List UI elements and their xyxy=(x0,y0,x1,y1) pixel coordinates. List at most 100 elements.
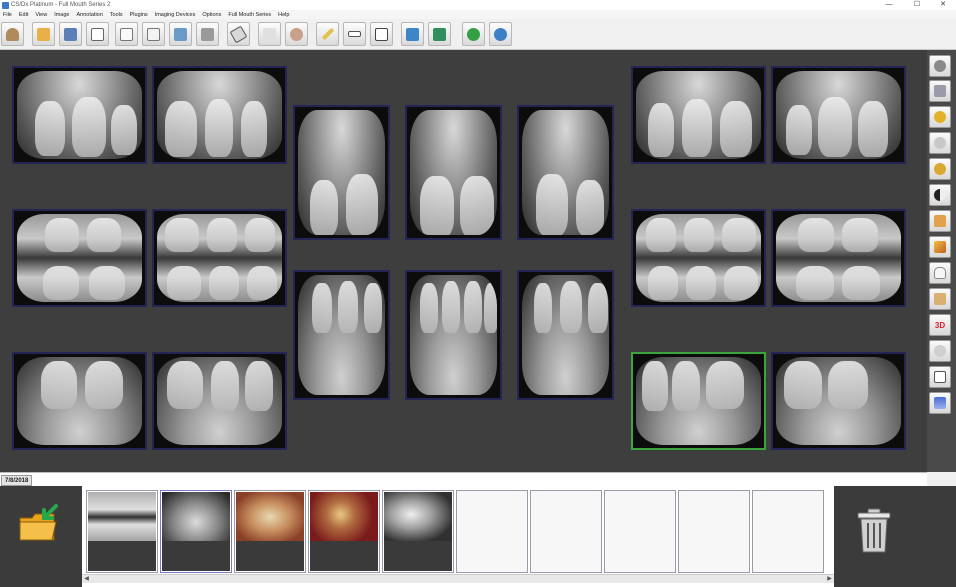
compare-view-button[interactable] xyxy=(929,366,951,388)
xray-upper-right-canine[interactable] xyxy=(293,105,390,240)
globe-button[interactable] xyxy=(462,22,485,46)
xray-upper-left-premolar[interactable] xyxy=(631,66,766,164)
print-button[interactable] xyxy=(196,22,219,46)
empty-slot[interactable] xyxy=(604,490,676,573)
scroll-left-icon[interactable]: ◀ xyxy=(82,575,91,583)
rotate-button[interactable] xyxy=(929,55,951,77)
import-pane xyxy=(0,486,82,587)
brightness-button[interactable] xyxy=(929,236,951,258)
implant-button[interactable] xyxy=(929,288,951,310)
menu-file[interactable]: File xyxy=(3,12,12,18)
rotate-view-button[interactable] xyxy=(929,340,951,362)
minimize-button[interactable]: — xyxy=(878,0,900,10)
document-button[interactable] xyxy=(142,22,165,46)
tooth-icon xyxy=(934,267,946,279)
xray-lower-right-molar[interactable] xyxy=(12,352,147,450)
magnify-button[interactable] xyxy=(929,158,951,180)
open-button[interactable] xyxy=(32,22,55,46)
xray-upper-right-molar[interactable] xyxy=(12,66,147,164)
menu-full-mouth-series[interactable]: Full Mouth Series xyxy=(228,12,271,18)
pencil-button[interactable] xyxy=(316,22,339,46)
contrast-button[interactable] xyxy=(929,184,951,206)
thumbnail-caption xyxy=(310,541,378,571)
patient-button[interactable] xyxy=(1,22,24,46)
menu-bar: File Edit View Image Annotation Tools Pl… xyxy=(0,10,956,19)
brightness-icon xyxy=(934,241,946,253)
menu-view[interactable]: View xyxy=(35,12,47,18)
empty-slot[interactable] xyxy=(456,490,528,573)
panoramic-thumbnail[interactable] xyxy=(160,490,232,573)
xray-lower-left-canine[interactable] xyxy=(517,270,614,400)
trash-icon[interactable] xyxy=(856,508,892,554)
scroll-right-icon[interactable]: ▶ xyxy=(825,575,834,583)
globe-icon xyxy=(467,27,480,41)
xray-bitewing-right-premolar[interactable] xyxy=(152,209,287,307)
info-icon xyxy=(494,27,507,41)
zoom-out-button[interactable] xyxy=(929,132,951,154)
sharpen-button[interactable] xyxy=(929,210,951,232)
xray-upper-central-incisors[interactable] xyxy=(405,105,502,240)
toolbar xyxy=(0,19,956,50)
new-document-button[interactable] xyxy=(115,22,138,46)
xray-lower-left-premolar-selected[interactable] xyxy=(631,352,766,450)
intraoral-photo-thumbnail[interactable] xyxy=(234,490,306,573)
empty-slot[interactable] xyxy=(752,490,824,573)
maximize-button[interactable]: ☐ xyxy=(906,0,928,10)
tooth-button[interactable] xyxy=(929,262,951,284)
xray-upper-right-premolar[interactable] xyxy=(152,66,287,164)
menu-options[interactable]: Options xyxy=(202,12,221,18)
xray-bitewing-right-molar[interactable] xyxy=(12,209,147,307)
gradient-button[interactable] xyxy=(929,392,951,414)
monitor-button[interactable] xyxy=(428,22,451,46)
thumbnail-caption xyxy=(162,541,230,571)
3d-button[interactable]: 3D xyxy=(929,314,951,336)
xray-upper-left-canine[interactable] xyxy=(517,105,614,240)
xray-lower-central-incisors[interactable] xyxy=(405,270,502,400)
monitor-icon xyxy=(433,27,446,41)
ruler-button[interactable] xyxy=(343,22,366,46)
portrait-button[interactable] xyxy=(285,22,308,46)
xray-upper-left-molar[interactable] xyxy=(771,66,906,164)
menu-image[interactable]: Image xyxy=(54,12,69,18)
copy-icon xyxy=(91,27,104,41)
3d-icon: 3D xyxy=(934,320,946,330)
text-button[interactable] xyxy=(370,22,393,46)
ruler-icon xyxy=(348,31,361,37)
save-button[interactable] xyxy=(59,22,82,46)
flip-button[interactable] xyxy=(929,80,951,102)
layout-button[interactable] xyxy=(401,22,424,46)
image-tray: ◀ ▶ xyxy=(0,486,956,587)
fmx-workspace xyxy=(0,50,927,472)
empty-slot[interactable] xyxy=(678,490,750,573)
close-button[interactable]: ✕ xyxy=(932,0,954,10)
xray-lower-right-canine[interactable] xyxy=(293,270,390,400)
menu-imaging-devices[interactable]: Imaging Devices xyxy=(155,12,196,18)
panoramic-image xyxy=(162,492,230,542)
patient-icon xyxy=(6,27,19,41)
date-tab[interactable]: 7/8/2018 xyxy=(1,475,33,486)
menu-help[interactable]: Help xyxy=(278,12,289,18)
info-button[interactable] xyxy=(489,22,512,46)
empty-slot[interactable] xyxy=(530,490,602,573)
flip-icon xyxy=(934,85,946,97)
zoom-in-button[interactable] xyxy=(929,106,951,128)
save-icon xyxy=(64,27,77,41)
cephalometric-thumbnail[interactable] xyxy=(382,490,454,573)
xray-bitewing-left-molar[interactable] xyxy=(771,209,906,307)
eraser-button[interactable] xyxy=(227,22,250,46)
xray-lower-left-molar[interactable] xyxy=(771,352,906,450)
menu-edit[interactable]: Edit xyxy=(19,12,28,18)
compare-button[interactable] xyxy=(258,22,281,46)
thumbnail-scrollbar[interactable]: ◀ ▶ xyxy=(82,574,834,583)
portrait-icon xyxy=(290,27,303,41)
crown-photo-thumbnail[interactable] xyxy=(308,490,380,573)
menu-annotation[interactable]: Annotation xyxy=(76,12,102,18)
xray-lower-right-premolar[interactable] xyxy=(152,352,287,450)
menu-tools[interactable]: Tools xyxy=(110,12,123,18)
bitewing-thumbnail[interactable] xyxy=(86,490,158,573)
xray-bitewing-left-premolar[interactable] xyxy=(631,209,766,307)
copy-button[interactable] xyxy=(86,22,109,46)
import-folder-icon[interactable] xyxy=(18,504,60,544)
menu-plugins[interactable]: Plugins xyxy=(130,12,148,18)
export-button[interactable] xyxy=(169,22,192,46)
